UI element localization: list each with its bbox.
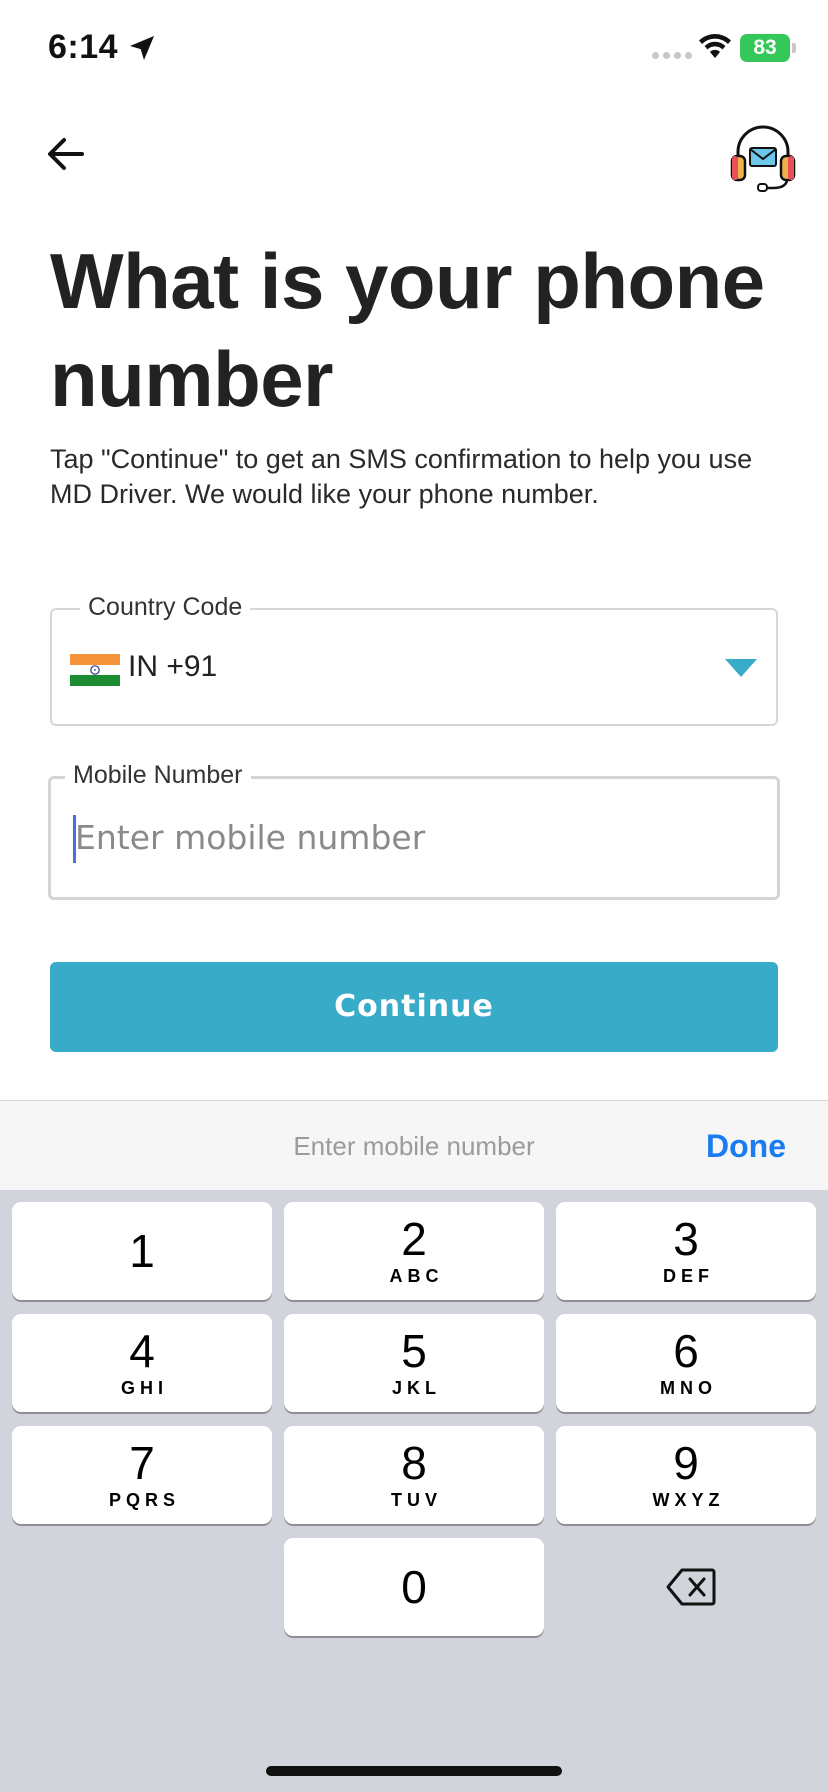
key-4[interactable]: 4 GHI xyxy=(12,1314,272,1412)
key-8[interactable]: 8 TUV xyxy=(284,1426,544,1524)
key-digit: 0 xyxy=(401,1561,427,1613)
wifi-icon xyxy=(699,34,731,58)
key-0[interactable]: 0 xyxy=(284,1538,544,1636)
key-digit: 9 xyxy=(673,1437,699,1489)
key-digit: 3 xyxy=(673,1213,699,1265)
mobile-number-label: Mobile Number xyxy=(65,761,251,790)
key-letters: MNO xyxy=(660,1378,717,1398)
key-letters: DEF xyxy=(663,1266,714,1286)
key-digit: 5 xyxy=(401,1325,427,1377)
battery-level: 83 xyxy=(753,36,777,59)
key-digit: 6 xyxy=(673,1325,699,1377)
key-digit: 1 xyxy=(129,1225,155,1277)
key-2[interactable]: 2 ABC xyxy=(284,1202,544,1300)
key-digit: 7 xyxy=(129,1437,155,1489)
numeric-keypad: 1 2 ABC 3 DEF 4 GHI 5 JKL 6 MNO 7 PQRS 8… xyxy=(0,1190,828,1792)
key-letters: PQRS xyxy=(108,1490,180,1510)
status-time: 6:14 xyxy=(48,28,119,66)
cellular-signal-icon xyxy=(652,52,692,59)
key-6[interactable]: 6 MNO xyxy=(556,1314,816,1412)
country-code-label: Country Code xyxy=(80,593,251,622)
dropdown-triangle-icon[interactable] xyxy=(724,658,758,678)
key-3[interactable]: 3 DEF xyxy=(556,1202,816,1300)
key-9[interactable]: 9 WXYZ xyxy=(556,1426,816,1524)
continue-button[interactable]: Continue xyxy=(50,962,778,1052)
delete-key[interactable] xyxy=(556,1538,816,1636)
back-arrow-icon[interactable] xyxy=(42,130,90,178)
battery-icon: 83 xyxy=(740,34,790,62)
key-letters: JKL xyxy=(391,1378,441,1398)
done-button[interactable]: Done xyxy=(706,1101,786,1191)
headset-support-icon[interactable] xyxy=(728,122,798,192)
country-code-value: IN +91 xyxy=(128,650,218,683)
key-digit: 8 xyxy=(401,1437,427,1489)
key-digit: 2 xyxy=(401,1213,427,1265)
page-title: What is your phone number xyxy=(50,237,765,423)
india-flag-icon xyxy=(70,654,120,686)
key-letters: WXYZ xyxy=(652,1490,725,1510)
page-subtitle: Tap "Continue" to get an SMS confirmatio… xyxy=(50,444,753,509)
key-7[interactable]: 7 PQRS xyxy=(12,1426,272,1524)
key-1[interactable]: 1 xyxy=(12,1202,272,1300)
key-letters: TUV xyxy=(391,1490,442,1510)
mobile-number-input[interactable] xyxy=(75,807,735,867)
key-letters: ABC xyxy=(389,1266,444,1286)
keyboard-accessory-bar: Enter mobile number Done xyxy=(0,1100,828,1190)
key-letters: GHI xyxy=(120,1378,168,1398)
mobile-number-field[interactable]: Mobile Number xyxy=(48,761,780,900)
home-indicator[interactable] xyxy=(266,1766,562,1776)
key-digit: 4 xyxy=(129,1325,155,1377)
location-arrow-icon xyxy=(130,36,154,60)
key-5[interactable]: 5 JKL xyxy=(284,1314,544,1412)
battery-cap xyxy=(792,43,796,53)
backspace-icon xyxy=(666,1568,716,1606)
accessory-placeholder: Enter mobile number xyxy=(293,1131,535,1161)
status-bar: 6:14 83 xyxy=(0,0,828,100)
country-code-select[interactable]: Country Code IN +91 xyxy=(50,593,778,726)
